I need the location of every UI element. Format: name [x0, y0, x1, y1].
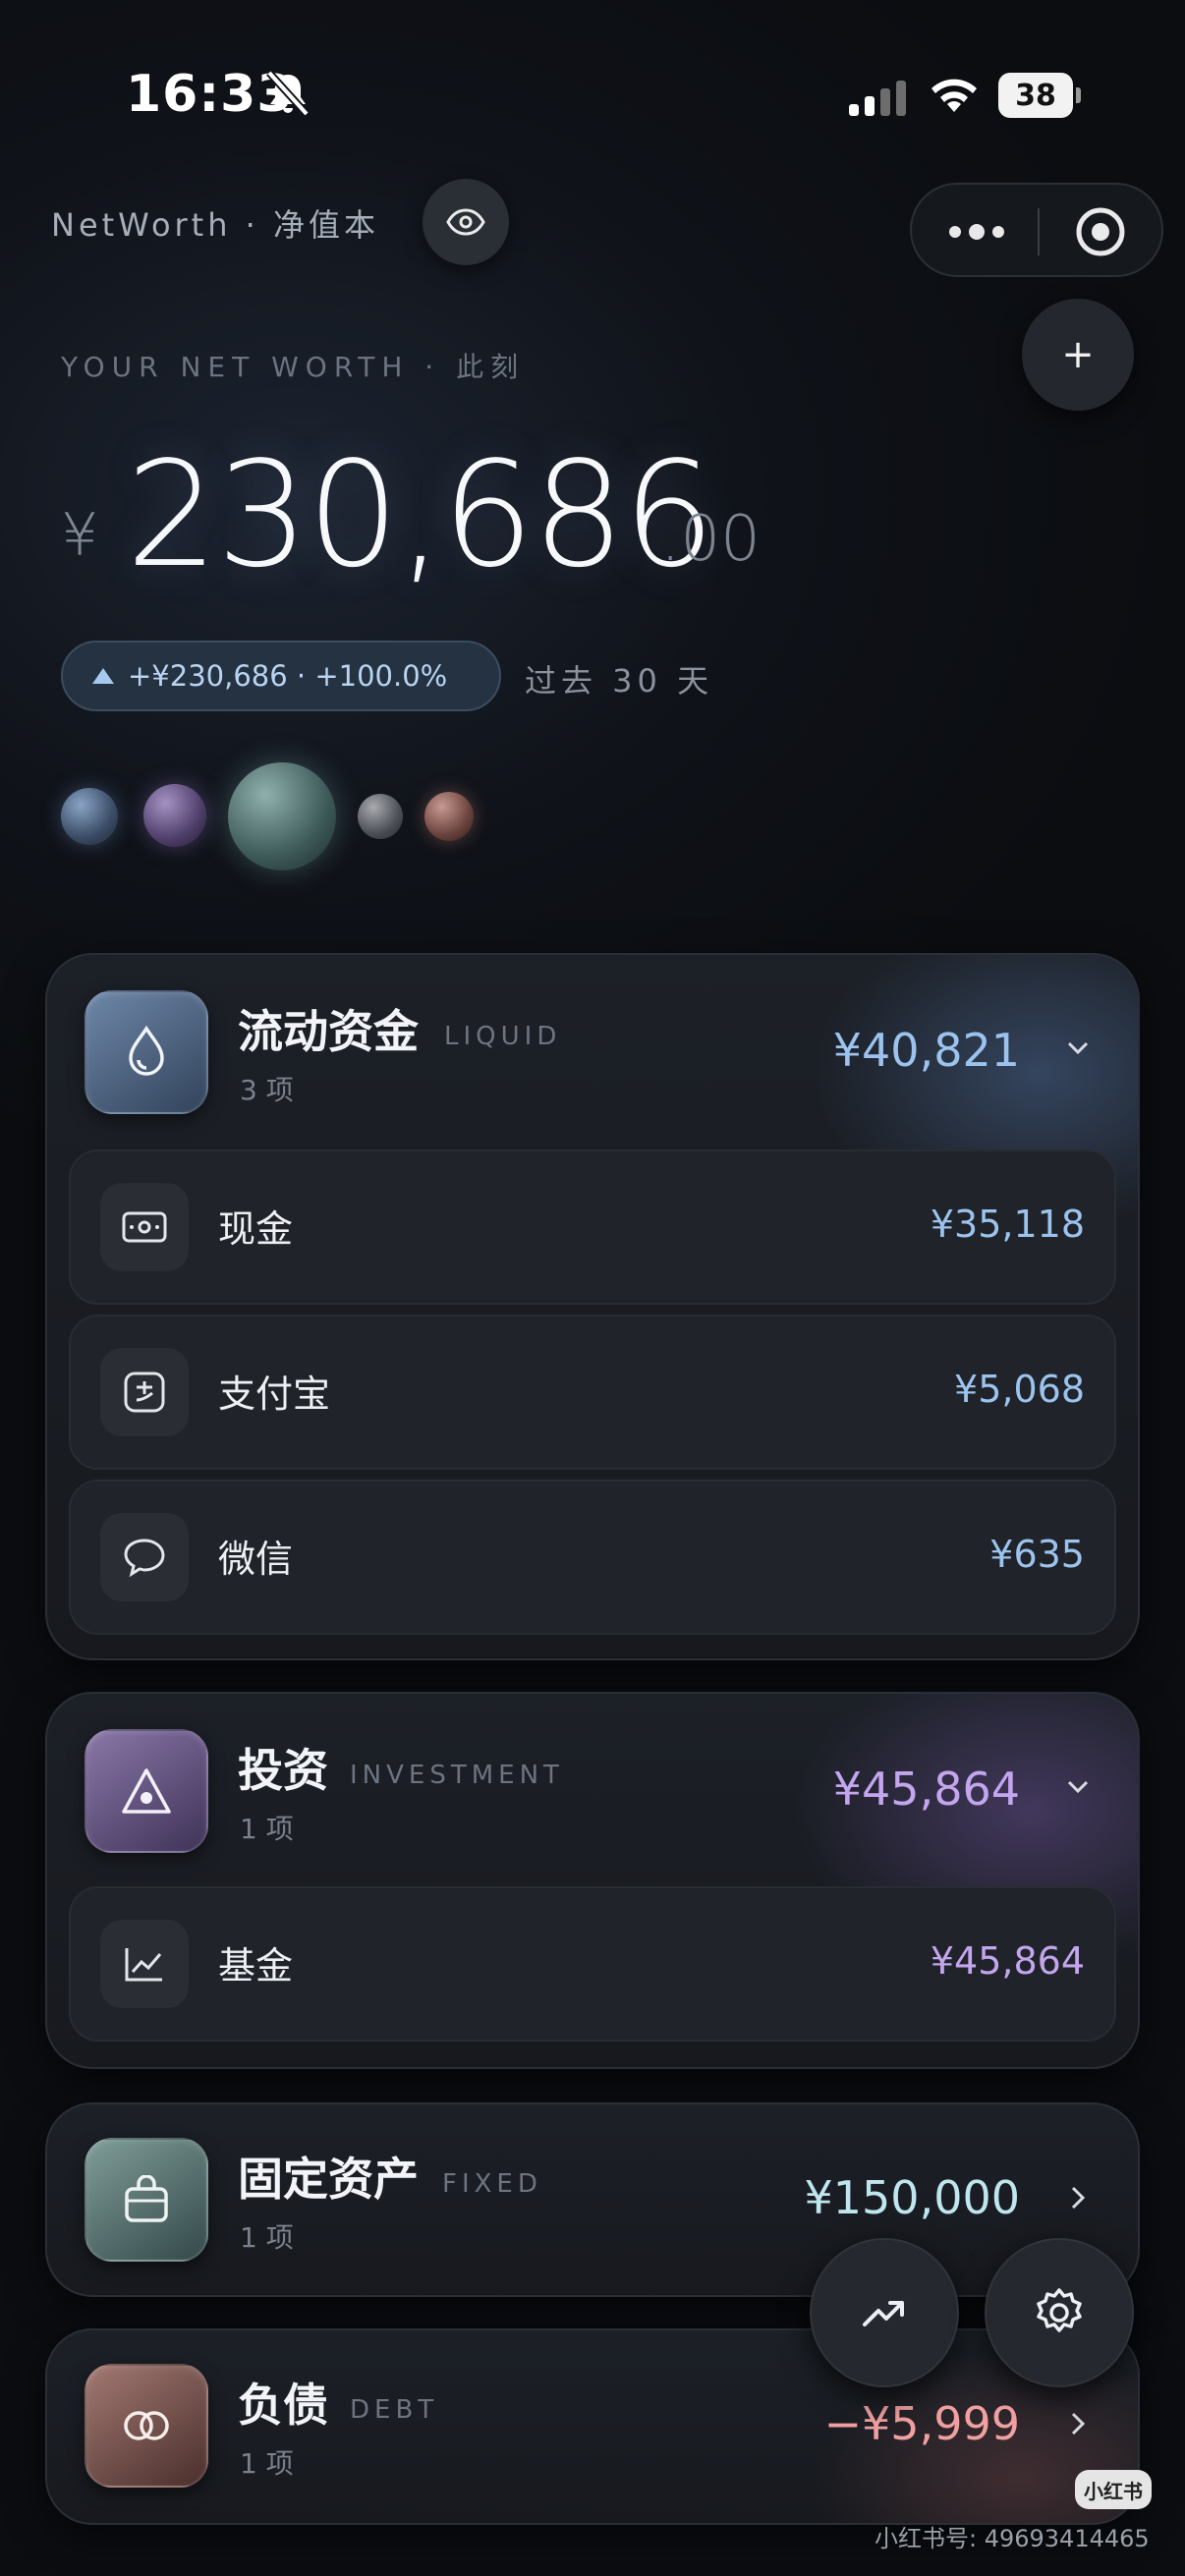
account-row-cash[interactable]: 现金 ¥35,118: [69, 1149, 1116, 1305]
chevron-down-icon[interactable]: [1063, 1034, 1093, 1063]
capsule-divider: [1038, 208, 1040, 255]
more-button[interactable]: [931, 202, 1022, 261]
category-count: 1 项: [240, 2447, 294, 2480]
net-worth-label: YOUR NET WORTH · 此刻: [61, 351, 526, 383]
trending-up-icon: [863, 2301, 904, 2326]
trend-button[interactable]: [810, 2238, 959, 2387]
category-en: DEBT: [350, 2395, 439, 2425]
category-card-debt[interactable]: 负债 DEBT 1 项 −¥5,999: [45, 2328, 1140, 2525]
category-count: 3 项: [240, 1074, 294, 1106]
cash-icon: [100, 1183, 189, 1271]
category-count: 1 项: [240, 1813, 294, 1845]
category-amount: ¥150,000: [804, 2171, 1021, 2224]
account-label: 微信: [218, 1538, 294, 1581]
currency-symbol: ¥: [61, 501, 99, 570]
line-chart-icon: [100, 1920, 189, 2008]
battery-indicator: 38: [998, 73, 1081, 118]
account-row-wechat[interactable]: 微信 ¥635: [69, 1480, 1116, 1635]
app-title: NetWorth · 净值本: [51, 206, 380, 244]
wifi-icon: [931, 79, 977, 112]
category-card-liquid: 流动资金 LIQUID 3 项 ¥40,821 现金 ¥35,118 支付宝 ¥…: [45, 953, 1140, 1660]
bell-muted-icon: [266, 70, 310, 117]
chevron-right-icon[interactable]: [1063, 2409, 1093, 2438]
account-label: 支付宝: [218, 1372, 331, 1416]
chevron-down-icon[interactable]: [1063, 1772, 1093, 1802]
net-worth-decimals: .00: [660, 503, 761, 576]
liquid-orb[interactable]: [61, 788, 118, 845]
category-title: 负债: [238, 2379, 328, 2432]
category-title: 固定资产: [238, 2153, 419, 2206]
account-amount: ¥45,864: [930, 1939, 1085, 1983]
fixed-asset-orb[interactable]: [228, 762, 336, 870]
net-worth-amount: 230,686: [126, 430, 715, 599]
account-amount: ¥635: [989, 1533, 1085, 1576]
chat-bubble-icon: [100, 1513, 189, 1601]
battery-level: 38: [1015, 79, 1056, 113]
account-amount: ¥35,118: [930, 1203, 1085, 1246]
change-text: +¥230,686 · +100.0%: [128, 659, 448, 693]
close-miniprogram-button[interactable]: [1069, 200, 1132, 263]
alipay-icon: [100, 1348, 189, 1436]
watermark-badge: 小红书: [1075, 2470, 1152, 2509]
category-en: INVESTMENT: [350, 1761, 564, 1790]
gear-icon: [1037, 2288, 1082, 2332]
account-label: 现金: [218, 1207, 294, 1251]
more-dot: [949, 226, 961, 238]
miniprogram-capsule: [910, 183, 1163, 277]
toggle-visibility-button[interactable]: [423, 179, 509, 265]
add-asset-button[interactable]: +: [1022, 299, 1134, 411]
linked-rings-icon: [85, 2364, 208, 2488]
category-amount: −¥5,999: [823, 2397, 1021, 2450]
watermark-text: 小红书号: 49693414465: [875, 2525, 1150, 2552]
category-amount: ¥40,821: [832, 1024, 1020, 1077]
target-icon: [1076, 207, 1125, 256]
category-en: LIQUID: [444, 1022, 562, 1051]
triangle-up-icon: [92, 668, 114, 684]
account-row-fund[interactable]: 基金 ¥45,864: [69, 1886, 1116, 2042]
water-drop-icon: [85, 990, 208, 1114]
chevron-right-icon[interactable]: [1063, 2183, 1093, 2212]
cellular-signal-icon: [849, 81, 906, 116]
account-amount: ¥5,068: [954, 1368, 1085, 1411]
category-en: FIXED: [442, 2169, 542, 2199]
debt-orb[interactable]: [424, 792, 474, 841]
change-badge: +¥230,686 · +100.0%: [61, 641, 501, 711]
category-count: 1 项: [240, 2221, 294, 2254]
category-amount: ¥45,864: [832, 1763, 1020, 1816]
bag-icon: [85, 2138, 208, 2262]
eye-icon: [446, 208, 485, 236]
category-card-investment: 投资 INVESTMENT 1 项 ¥45,864 基金 ¥45,864: [45, 1692, 1140, 2069]
account-label: 基金: [218, 1944, 294, 1988]
other-orb[interactable]: [358, 794, 403, 839]
change-period: 过去 30 天: [525, 662, 714, 700]
account-row-alipay[interactable]: 支付宝 ¥5,068: [69, 1315, 1116, 1470]
settings-button[interactable]: [985, 2238, 1134, 2387]
more-dot: [992, 226, 1004, 238]
category-title: 投资: [238, 1744, 328, 1797]
triangle-eye-icon: [85, 1729, 208, 1853]
investment-orb[interactable]: [143, 784, 206, 847]
category-card-fixed[interactable]: 固定资产 FIXED 1 项 ¥150,000: [45, 2102, 1140, 2297]
category-title: 流动资金: [238, 1005, 419, 1058]
more-dot: [969, 224, 985, 240]
